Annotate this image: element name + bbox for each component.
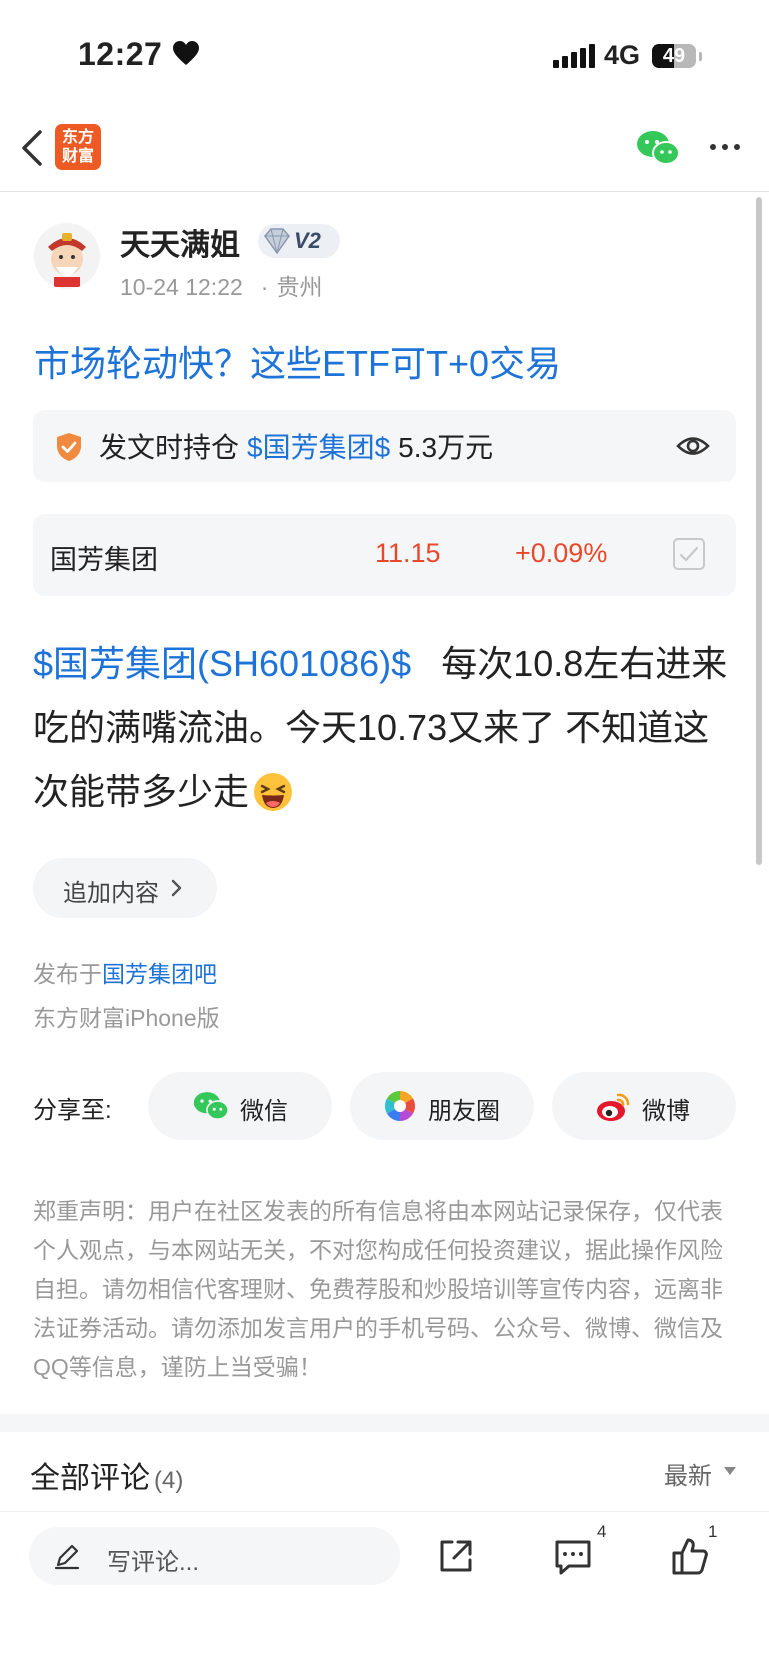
quote-name: 国芳集团	[50, 545, 158, 575]
shield-icon	[57, 433, 81, 461]
scrollbar[interactable]	[756, 197, 762, 865]
weibo-icon	[597, 1093, 630, 1121]
holding-card: 发文时持仓 $国芳集团$ 5.3万元	[33, 410, 736, 482]
signal-icon	[553, 44, 597, 68]
share-wechat-label: 微信	[240, 1098, 288, 1125]
wechat-icon	[193, 1092, 229, 1120]
quote-price: 11.15	[375, 538, 441, 568]
laughing-emoji-icon	[254, 773, 293, 811]
divider	[0, 191, 769, 192]
post-date: 10-24 12:22	[120, 274, 243, 300]
more-icon[interactable]	[710, 144, 740, 150]
avatar-image	[48, 233, 86, 287]
app-logo: 东方 财富	[55, 124, 101, 170]
diamond-icon	[264, 228, 290, 255]
share-label: 分享至:	[33, 1097, 112, 1124]
forum-link[interactable]: 国芳集团吧	[102, 961, 217, 987]
battery-level: 49	[662, 45, 686, 67]
holding-label: 发文时持仓	[99, 432, 240, 463]
chevron-right-icon	[171, 879, 182, 897]
like-icon[interactable]	[670, 1536, 710, 1576]
network-type: 4G	[604, 40, 641, 70]
section-separator	[0, 1414, 769, 1432]
body-stock-link[interactable]: $国芳集团(SH601086)$	[33, 643, 411, 684]
comments-count: (4)	[154, 1467, 184, 1494]
pencil-icon	[54, 1544, 80, 1570]
comments-header: 全部评论 (4)	[30, 1453, 183, 1497]
share-weibo-button[interactable]: 微博	[552, 1072, 736, 1140]
holding-stock-link[interactable]: $国芳集团$	[247, 432, 390, 463]
holding-amount: 5.3万元	[398, 432, 494, 463]
client-info: 东方财富iPhone版	[33, 1005, 220, 1031]
post-title[interactable]: 市场轮动快？这些ETF可T+0交易	[34, 335, 561, 387]
avatar[interactable]	[34, 223, 100, 289]
meta-separator: ·	[260, 274, 269, 300]
battery-tip	[699, 52, 702, 61]
divider	[0, 1511, 769, 1512]
caret-down-icon[interactable]	[724, 1467, 736, 1475]
comment-placeholder: 写评论...	[107, 1549, 200, 1576]
eye-icon[interactable]	[676, 432, 710, 460]
comment-icon[interactable]	[553, 1536, 593, 1576]
share-wechat-button[interactable]: 微信	[148, 1072, 332, 1140]
heart-icon	[173, 41, 199, 65]
check-icon	[679, 546, 699, 562]
published-in: 发布于国芳集团吧	[33, 955, 217, 989]
disclaimer: 郑重声明：用户在社区发表的所有信息将由本网站记录保存，仅代表个人观点，与本网站无…	[33, 1198, 723, 1380]
back-icon[interactable]	[18, 128, 46, 168]
stock-quote-card[interactable]: 国芳集团 11.15 +0.09%	[33, 514, 736, 596]
post-location: 贵州	[276, 274, 323, 300]
moments-icon	[384, 1091, 416, 1121]
add-content-label: 追加内容	[63, 880, 159, 907]
post-body: $国芳集团(SH601086)$ 每次10.8左右进来吃的满嘴流油。今天10.7…	[33, 632, 739, 824]
comment-count-badge: 4	[597, 1522, 607, 1541]
author-name[interactable]: 天天满姐	[120, 220, 240, 264]
sort-dropdown[interactable]: 最新	[664, 1456, 712, 1491]
share-icon[interactable]	[436, 1536, 476, 1576]
post-meta: 10-24 12:22 · 贵州	[120, 268, 322, 302]
published-prefix: 发布于	[33, 961, 102, 987]
comments-title: 全部评论	[30, 1462, 150, 1495]
add-content-button[interactable]: 追加内容	[33, 858, 217, 918]
comment-input[interactable]: 写评论...	[29, 1527, 400, 1585]
share-moments-label: 朋友圈	[428, 1098, 500, 1125]
level-label: V2	[294, 228, 321, 253]
like-count-badge: 1	[708, 1522, 718, 1541]
share-moments-button[interactable]: 朋友圈	[350, 1072, 534, 1140]
level-badge: V2	[258, 224, 340, 258]
battery-icon: 49	[652, 44, 696, 68]
share-weibo-label: 微博	[642, 1098, 690, 1125]
quote-change: +0.09%	[515, 538, 608, 568]
add-watchlist-checkbox[interactable]	[673, 538, 705, 570]
wechat-share-icon[interactable]	[636, 130, 680, 166]
status-time: 12:27	[78, 36, 163, 72]
